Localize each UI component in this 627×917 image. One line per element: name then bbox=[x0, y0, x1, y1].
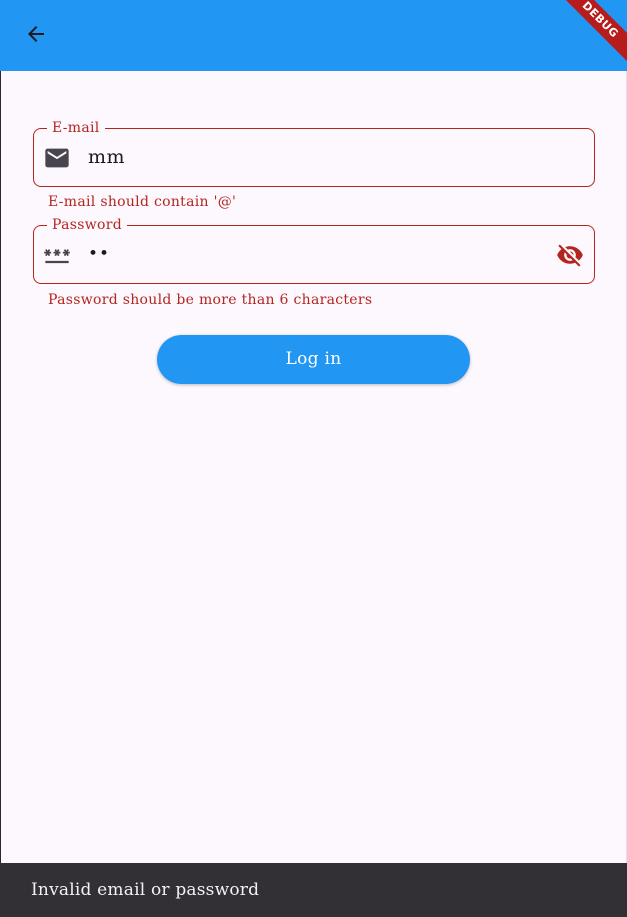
snackbar: Invalid email or password bbox=[0, 863, 627, 917]
password-error-text: Password should be more than 6 character… bbox=[48, 292, 373, 308]
window-edge bbox=[0, 0, 1, 917]
email-field[interactable]: E-mail mm bbox=[33, 119, 595, 187]
mail-icon bbox=[43, 144, 71, 172]
back-button[interactable] bbox=[14, 14, 58, 58]
arrow-back-icon bbox=[24, 22, 48, 50]
password-icon bbox=[43, 241, 71, 269]
password-field[interactable]: Password •• bbox=[33, 216, 595, 284]
password-input[interactable]: •• bbox=[88, 240, 110, 268]
email-error-text: E-mail should contain '@' bbox=[48, 194, 237, 210]
app-bar: DEBUG bbox=[0, 0, 627, 71]
debug-banner: DEBUG bbox=[546, 0, 627, 71]
login-button[interactable]: Log in bbox=[157, 335, 470, 384]
email-input[interactable]: mm bbox=[88, 143, 125, 171]
email-field-label: E-mail bbox=[47, 119, 105, 137]
visibility-off-icon[interactable] bbox=[554, 239, 586, 271]
snackbar-message: Invalid email or password bbox=[31, 880, 260, 900]
password-field-label: Password bbox=[47, 216, 127, 234]
